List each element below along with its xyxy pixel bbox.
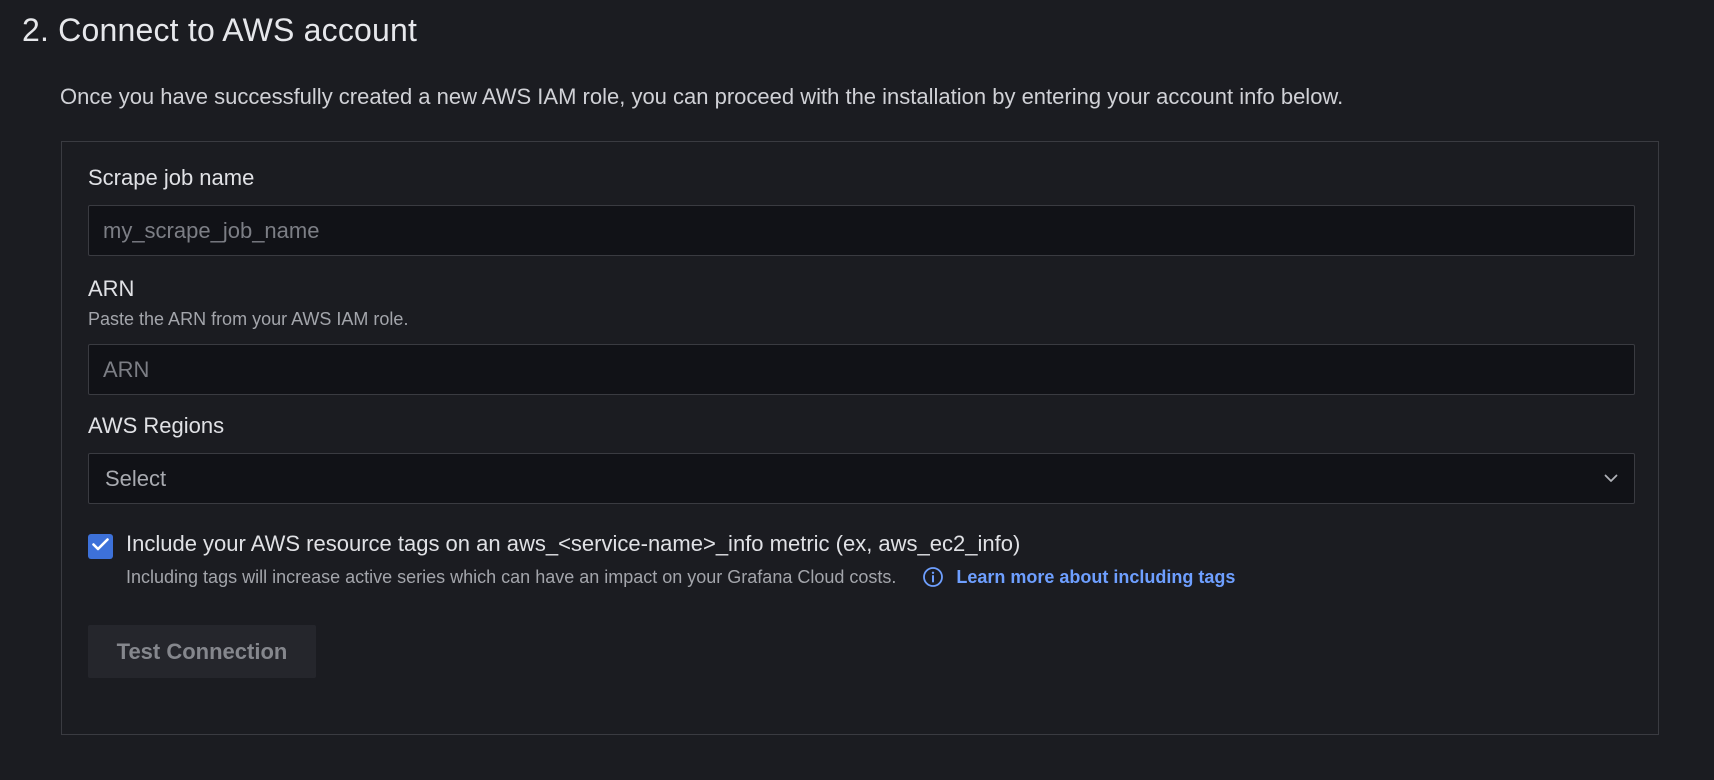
test-connection-button[interactable]: Test Connection [88,625,316,678]
checkmark-icon [92,537,109,556]
include-tags-checkbox[interactable] [88,534,113,559]
section-title: 2. Connect to AWS account [22,12,418,48]
scrape-job-name-input[interactable] [88,205,1635,256]
learn-more-tags-link[interactable]: Learn more about including tags [956,567,1235,588]
arn-hint: Paste the ARN from your AWS IAM role. [88,309,409,329]
chevron-down-icon [1604,474,1618,483]
info-circle-icon [922,566,944,588]
arn-label: ARN [88,276,135,301]
aws-connect-page: 2. Connect to AWS account Once you have … [0,0,1714,780]
include-tags-label: Include your AWS resource tags on an aws… [126,531,1021,556]
aws-regions-selected-value: Select [105,465,167,491]
aws-regions-label: AWS Regions [88,413,225,438]
scrape-job-name-label: Scrape job name [88,165,255,190]
account-info-card: Scrape job name ARN Paste the ARN from y… [61,141,1659,735]
aws-regions-select[interactable]: Select [88,453,1635,504]
include-tags-hint-row: Including tags will increase active seri… [126,566,1235,588]
arn-input[interactable] [88,344,1635,395]
include-tags-hint: Including tags will increase active seri… [126,566,897,587]
section-description: Once you have successfully created a new… [60,84,1344,109]
